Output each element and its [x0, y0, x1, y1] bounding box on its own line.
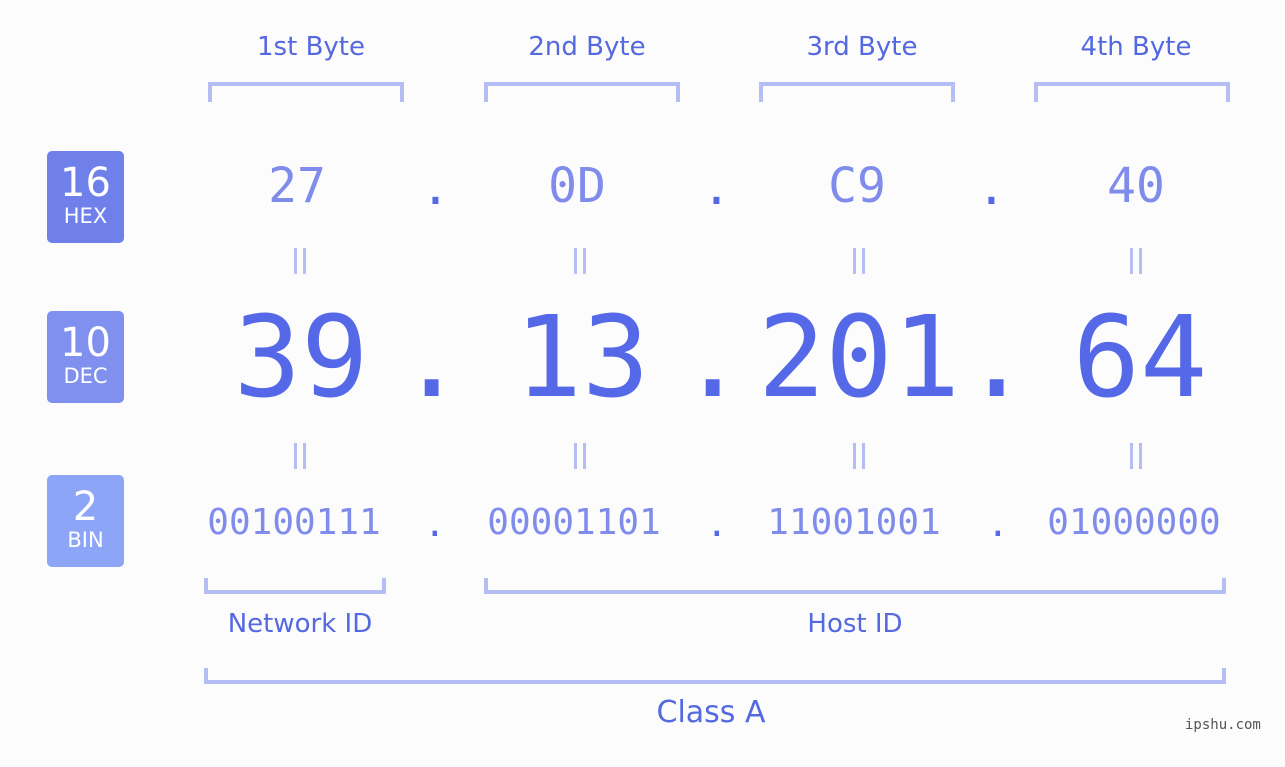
bin-value-2: 00001101	[487, 502, 661, 543]
bin-separator-1: .	[424, 504, 446, 545]
network-id-bracket	[204, 578, 386, 594]
equals-icon	[574, 248, 586, 274]
hex-badge: 16 HEX	[47, 151, 124, 243]
equals-icon	[294, 443, 306, 469]
bin-separator-3: .	[987, 504, 1009, 545]
bin-value-1: 00100111	[207, 502, 381, 543]
dec-separator-2: .	[679, 293, 747, 423]
bin-label: BIN	[67, 528, 104, 552]
hex-label: HEX	[63, 204, 108, 228]
hex-base: 16	[60, 160, 111, 206]
watermark: ipshu.com	[1185, 717, 1261, 733]
equals-icon	[853, 443, 865, 469]
bin-badge: 2 BIN	[47, 475, 124, 567]
byte-label-4: 4th Byte	[1080, 32, 1192, 62]
byte-bracket-3	[759, 82, 955, 102]
dec-value-2: 13	[514, 293, 650, 423]
equals-icon	[1130, 248, 1142, 274]
dec-value-3: 201	[757, 293, 961, 423]
dec-value-1: 39	[233, 293, 369, 423]
bin-value-3: 11001001	[767, 502, 941, 543]
bin-separator-2: .	[706, 504, 728, 545]
equals-icon	[294, 248, 306, 274]
bin-value-4: 01000000	[1047, 502, 1221, 543]
dec-separator-1: .	[398, 293, 466, 423]
host-id-label: Host ID	[807, 609, 903, 639]
class-bracket	[204, 668, 1226, 684]
byte-label-3: 3rd Byte	[806, 32, 918, 62]
bin-base: 2	[72, 484, 99, 530]
byte-bracket-4	[1034, 82, 1230, 102]
dec-label: DEC	[63, 364, 108, 388]
hex-value-4: 40	[1107, 158, 1165, 214]
dec-value-4: 64	[1072, 293, 1208, 423]
dec-badge: 10 DEC	[47, 311, 124, 403]
class-label: Class A	[656, 695, 766, 730]
dec-base: 10	[60, 320, 111, 366]
hex-separator-1: .	[421, 160, 450, 216]
byte-label-2: 2nd Byte	[528, 32, 646, 62]
byte-bracket-2	[484, 82, 680, 102]
byte-bracket-1	[208, 82, 404, 102]
host-id-bracket	[484, 578, 1226, 594]
hex-value-2: 0D	[548, 158, 606, 214]
equals-icon	[853, 248, 865, 274]
hex-value-3: C9	[828, 158, 886, 214]
dec-separator-3: .	[963, 293, 1031, 423]
hex-separator-2: .	[702, 160, 731, 216]
hex-separator-3: .	[977, 160, 1006, 216]
equals-icon	[574, 443, 586, 469]
hex-value-1: 27	[268, 158, 326, 214]
network-id-label: Network ID	[227, 609, 373, 639]
byte-label-1: 1st Byte	[257, 32, 365, 62]
equals-icon	[1130, 443, 1142, 469]
